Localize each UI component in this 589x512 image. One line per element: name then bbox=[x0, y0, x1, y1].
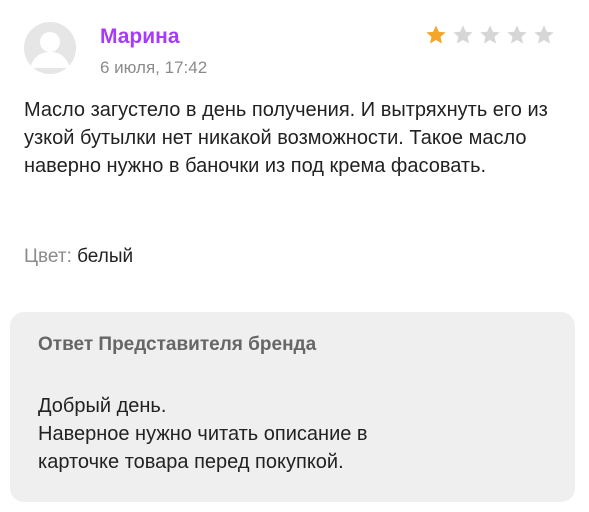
attribute-label: Цвет: bbox=[24, 246, 72, 267]
star-empty-icon bbox=[480, 25, 500, 44]
product-attribute: Цвет: белый bbox=[24, 244, 133, 270]
star-empty-icon bbox=[507, 25, 527, 44]
brand-reply-line: Наверное нужно читать описание в bbox=[38, 423, 368, 445]
star-empty-icon bbox=[534, 25, 554, 44]
brand-reply-title: Ответ Представителя бренда bbox=[38, 334, 317, 355]
star-filled-icon bbox=[426, 25, 446, 44]
star-empty-icon bbox=[453, 25, 473, 44]
user-avatar-icon bbox=[24, 22, 76, 74]
star-rating bbox=[425, 24, 555, 48]
review-author-name: Марина bbox=[100, 25, 180, 48]
review-date: 6 июля, 17:42 bbox=[100, 58, 208, 77]
brand-reply-line: карточке товара перед покупкой. bbox=[38, 451, 344, 473]
brand-reply-text: Добрый день. Наверное нужно читать описа… bbox=[38, 392, 558, 476]
brand-reply-box: Ответ Представителя бренда Добрый день. … bbox=[10, 312, 575, 502]
review-text: Масло загустело в день получения. И вытр… bbox=[24, 99, 548, 177]
brand-reply-line: Добрый день. bbox=[38, 395, 167, 417]
attribute-value: белый bbox=[77, 246, 134, 267]
